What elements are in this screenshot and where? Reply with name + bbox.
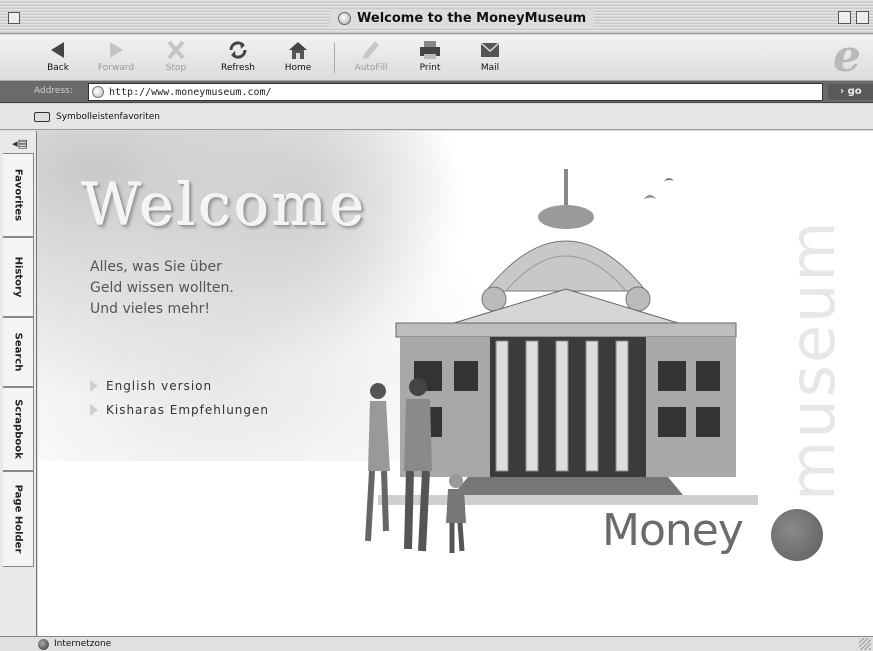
tagline-line: Alles, was Sie über <box>90 259 222 275</box>
back-button[interactable]: Back <box>32 37 84 79</box>
dome-lantern <box>538 205 594 229</box>
tab-page-holder-label: Page Holder <box>12 484 24 554</box>
forward-button-label: Forward <box>97 63 135 73</box>
triangle-bullet-icon <box>90 404 98 416</box>
tab-favorites-label: Favorites <box>12 168 24 222</box>
mail-button-label: Mail <box>480 63 500 73</box>
tab-search[interactable]: Search <box>3 317 34 387</box>
money-logo-dot <box>771 509 823 561</box>
window-title-text: Welcome to the MoneyMuseum <box>357 10 587 26</box>
forward-arrow-icon <box>110 42 123 58</box>
tab-history[interactable]: History <box>3 237 34 317</box>
resize-grip-icon[interactable] <box>859 638 871 650</box>
status-text: Internetzone <box>54 639 112 649</box>
tab-scrapbook[interactable]: Scrapbook <box>3 387 34 471</box>
close-box-button[interactable] <box>8 12 20 24</box>
window-title: Welcome to the MoneyMuseum <box>330 9 595 27</box>
go-button-label: go <box>847 86 862 97</box>
status-bar: Internetzone <box>0 636 873 651</box>
favorites-folder-icon <box>34 112 50 122</box>
toolbar-separator <box>334 43 335 73</box>
globe-icon <box>338 11 351 25</box>
link-english-version-label: English version <box>106 379 213 393</box>
stop-x-icon <box>167 40 185 60</box>
browser-toolbar: Back Forward Stop Refresh Home AutoFill … <box>0 35 873 81</box>
tagline: Alles, was Sie über Geld wissen wollten.… <box>90 257 330 320</box>
refresh-button-label: Refresh <box>221 63 255 73</box>
entablature <box>395 322 737 338</box>
refresh-button[interactable]: Refresh <box>212 37 264 79</box>
collapse-box-button[interactable] <box>856 11 869 24</box>
museum-vertical-text: museum <box>776 219 849 501</box>
internet-explorer-logo: e <box>833 31 861 82</box>
page-content: museum Welcome Alles, was Sie über Geld … <box>38 131 873 636</box>
triangle-bullet-icon <box>90 380 98 392</box>
side-dome <box>625 286 651 312</box>
go-button[interactable]: › go <box>828 84 873 100</box>
address-url: http://www.moneymuseum.com/ <box>109 86 272 98</box>
back-button-label: Back <box>47 63 69 73</box>
plaza <box>378 495 758 505</box>
back-arrow-icon <box>51 42 64 58</box>
print-button-label: Print <box>419 63 441 73</box>
link-english-version[interactable]: English version <box>90 379 212 393</box>
printer-icon <box>420 41 440 59</box>
tab-search-label: Search <box>12 332 24 372</box>
address-label: Address: <box>34 86 73 96</box>
favorites-toolbar: Symbolleistenfavoriten <box>0 104 873 130</box>
link-kisharas-empfehlungen-label: Kisharas Empfehlungen <box>106 403 270 417</box>
bird-icon <box>664 178 674 181</box>
address-input[interactable]: http://www.moneymuseum.com/ <box>88 83 823 101</box>
home-button-label: Home <box>284 63 312 73</box>
window-title-bar[interactable]: Welcome to the MoneyMuseum <box>0 0 873 34</box>
zoom-box-button[interactable] <box>838 11 851 24</box>
stop-button-label: Stop <box>165 63 187 73</box>
autofill-pen-icon <box>363 41 379 59</box>
tagline-line: Und vieles mehr! <box>90 301 210 317</box>
bird-icon <box>644 195 656 199</box>
forward-button[interactable]: Forward <box>90 37 142 79</box>
home-icon <box>289 42 307 59</box>
tab-favorites[interactable]: Favorites <box>3 153 34 237</box>
refresh-icon <box>229 41 247 59</box>
dome <box>484 240 648 292</box>
autofill-button-label: AutoFill <box>354 63 388 73</box>
address-bar: Address: http://www.moneymuseum.com/ › g… <box>0 81 873 103</box>
tab-scrapbook-label: Scrapbook <box>12 399 24 459</box>
tab-page-holder[interactable]: Page Holder <box>3 471 34 567</box>
home-button[interactable]: Home <box>272 37 324 79</box>
mail-icon <box>480 42 500 57</box>
explorer-sidebar: ◂▤ Favorites History Search Scrapbook Pa… <box>0 131 37 636</box>
stop-button[interactable]: Stop <box>150 37 202 79</box>
spire <box>564 169 568 205</box>
sidebar-toggle-icon[interactable]: ◂▤ <box>12 137 28 150</box>
favorites-toolbar-item[interactable]: Symbolleistenfavoriten <box>56 112 160 122</box>
print-button[interactable]: Print <box>404 37 456 79</box>
tab-history-label: History <box>12 256 24 298</box>
mail-button[interactable]: Mail <box>464 37 516 79</box>
page-globe-icon <box>92 86 104 98</box>
tagline-line: Geld wissen wollten. <box>90 280 234 296</box>
money-logo-text: Money <box>602 505 744 556</box>
internet-zone-icon <box>38 639 49 650</box>
entrance-steps <box>453 477 683 495</box>
link-kisharas-empfehlungen[interactable]: Kisharas Empfehlungen <box>90 403 269 417</box>
autofill-button[interactable]: AutoFill <box>345 37 397 79</box>
side-dome <box>481 286 507 312</box>
